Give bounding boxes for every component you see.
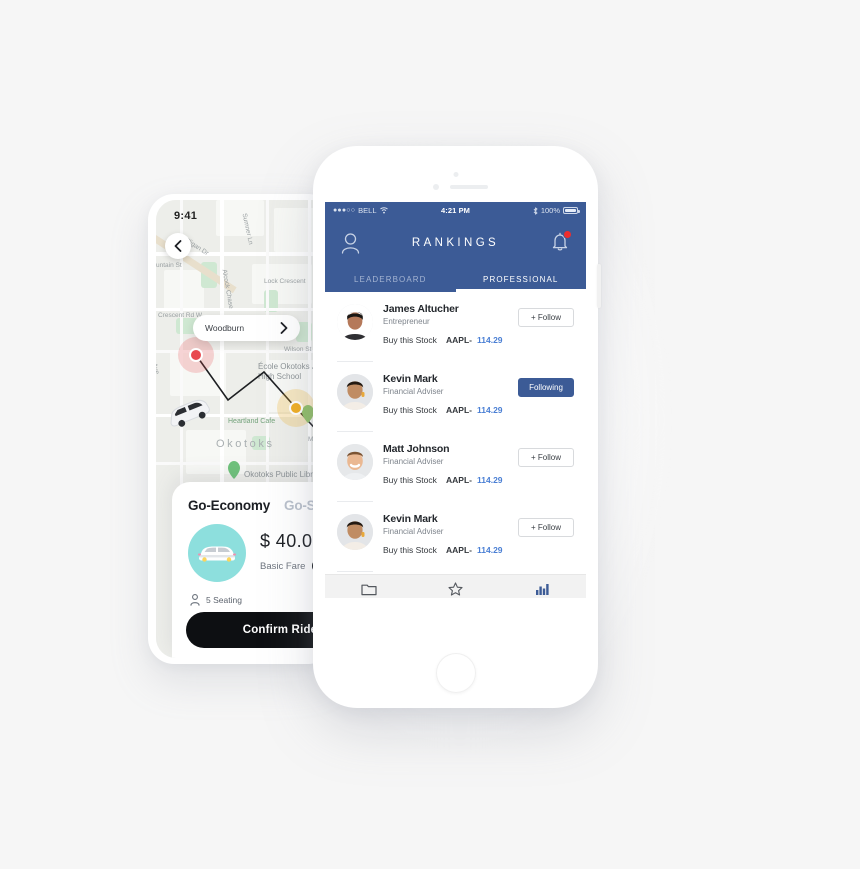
avatar-icon (337, 304, 373, 340)
page-title: RANKINGS (411, 237, 500, 249)
back-button[interactable] (165, 233, 191, 259)
status-right: 100% (533, 206, 580, 215)
list-item[interactable]: James Altucher Entrepreneur Buy this Sto… (325, 292, 586, 362)
ticker-symbol: AAPL- (446, 475, 472, 485)
power-button[interactable] (597, 264, 601, 308)
left-status-time: 9:41 (174, 210, 198, 222)
notification-badge (563, 230, 572, 239)
ticker-price: 114.29 (477, 405, 503, 415)
list-item[interactable]: Kevin Mark Financial Adviser Buy this St… (325, 502, 586, 572)
avatar-icon (337, 374, 373, 410)
ride-option-card: Go-Economy Go-Special $ 40. (172, 482, 334, 658)
buy-stock-label[interactable]: Buy this Stock (383, 475, 437, 485)
destination-pin[interactable] (289, 401, 303, 415)
nav-rankings[interactable]: Rankings (499, 575, 586, 598)
stock-app-screen: ●●●○○ BELL 4:21 PM 100% RANKINGS LEADERB… (325, 202, 586, 598)
avatar-icon (337, 444, 373, 480)
destination-label: Woodburn (205, 323, 245, 333)
avatar (337, 514, 373, 550)
right-phone-device: ●●●○○ BELL 4:21 PM 100% RANKINGS LEADERB… (313, 146, 601, 708)
tab-leaderboard[interactable]: LEADERBOARD (325, 266, 456, 292)
following-button[interactable]: Following (518, 378, 574, 397)
seating-row: 5 Seating (190, 594, 242, 606)
bar-chart-icon (535, 584, 549, 595)
chevron-right-icon (280, 322, 288, 334)
ios-status-bar: ●●●○○ BELL 4:21 PM 100% (325, 202, 586, 219)
person-name: Kevin Mark (383, 373, 438, 385)
nav-my-stocks[interactable]: My Stocks (325, 575, 412, 598)
person-icon (190, 594, 200, 606)
ticker-price: 114.29 (477, 545, 503, 555)
avatar (337, 304, 373, 340)
ticker-price: 114.29 (477, 335, 503, 345)
destination-pill[interactable]: Woodburn (193, 315, 300, 341)
buy-stock-label[interactable]: Buy this Stock (383, 545, 437, 555)
bluetooth-icon (533, 206, 538, 215)
battery-percent: 100% (540, 206, 560, 215)
person-role: Entrepreneur (383, 317, 430, 326)
vehicle-badge (188, 524, 246, 582)
fare-label: Basic Fare (260, 560, 306, 572)
notifications-button[interactable] (551, 230, 572, 257)
app-header: RANKINGS LEADERBOARD PROFESSIONAL (325, 219, 586, 292)
car-icon (198, 546, 236, 562)
earpiece-speaker (450, 185, 488, 189)
buy-stock-label[interactable]: Buy this Stock (383, 335, 437, 345)
home-button[interactable] (435, 653, 476, 693)
left-phone-device: Milligan Dr Sumner Ln Alcock Chase Lock … (148, 194, 334, 664)
rankings-list[interactable]: James Altucher Entrepreneur Buy this Sto… (325, 292, 586, 574)
confirm-ride-button[interactable]: Confirm Ride (186, 612, 334, 648)
seating-label: 5 Seating (206, 595, 242, 605)
battery-full-icon (563, 207, 580, 214)
list-item[interactable]: John Smith Financial Adviser Buy this St… (325, 572, 586, 574)
buy-stock-label[interactable]: Buy this Stock (383, 405, 437, 415)
person-name: James Altucher (383, 303, 459, 315)
person-role: Financial Adviser (383, 387, 444, 396)
avatar-icon (337, 514, 373, 550)
screenshot-canvas: Milligan Dr Sumner Ln Alcock Chase Lock … (0, 0, 860, 869)
bottom-navigation: My Stocks Watch List Rankings (325, 574, 586, 598)
follow-button[interactable]: + Follow (518, 518, 574, 537)
origin-pin[interactable] (189, 348, 203, 362)
avatar (337, 374, 373, 410)
person-role: Financial Adviser (383, 527, 444, 536)
section-tabs: LEADERBOARD PROFESSIONAL (325, 266, 586, 292)
proximity-sensor-icon (433, 184, 439, 190)
ticker-symbol: AAPL- (446, 545, 472, 555)
confirm-ride-label: Confirm Ride (242, 624, 318, 636)
follow-button[interactable]: + Follow (518, 308, 574, 327)
ride-app-screen: Milligan Dr Sumner Ln Alcock Chase Lock … (156, 200, 334, 658)
chevron-left-icon (174, 240, 182, 252)
person-name: Kevin Mark (383, 513, 438, 525)
follow-button[interactable]: + Follow (518, 448, 574, 467)
person-role: Financial Adviser (383, 457, 444, 466)
avatar (337, 444, 373, 480)
list-item[interactable]: Matt Johnson Financial Adviser Buy this … (325, 432, 586, 502)
ticker-price: 114.29 (477, 475, 503, 485)
front-camera-icon (453, 172, 458, 177)
nav-watch-list[interactable]: Watch List (412, 575, 499, 598)
star-icon (448, 582, 463, 596)
list-item[interactable]: Kevin Mark Financial Adviser Buy this St… (325, 362, 586, 432)
ticker-symbol: AAPL- (446, 335, 472, 345)
folder-icon (360, 584, 377, 596)
tab-go-economy[interactable]: Go-Economy (188, 498, 270, 513)
person-name: Matt Johnson (383, 443, 450, 455)
ticker-symbol: AAPL- (446, 405, 472, 415)
